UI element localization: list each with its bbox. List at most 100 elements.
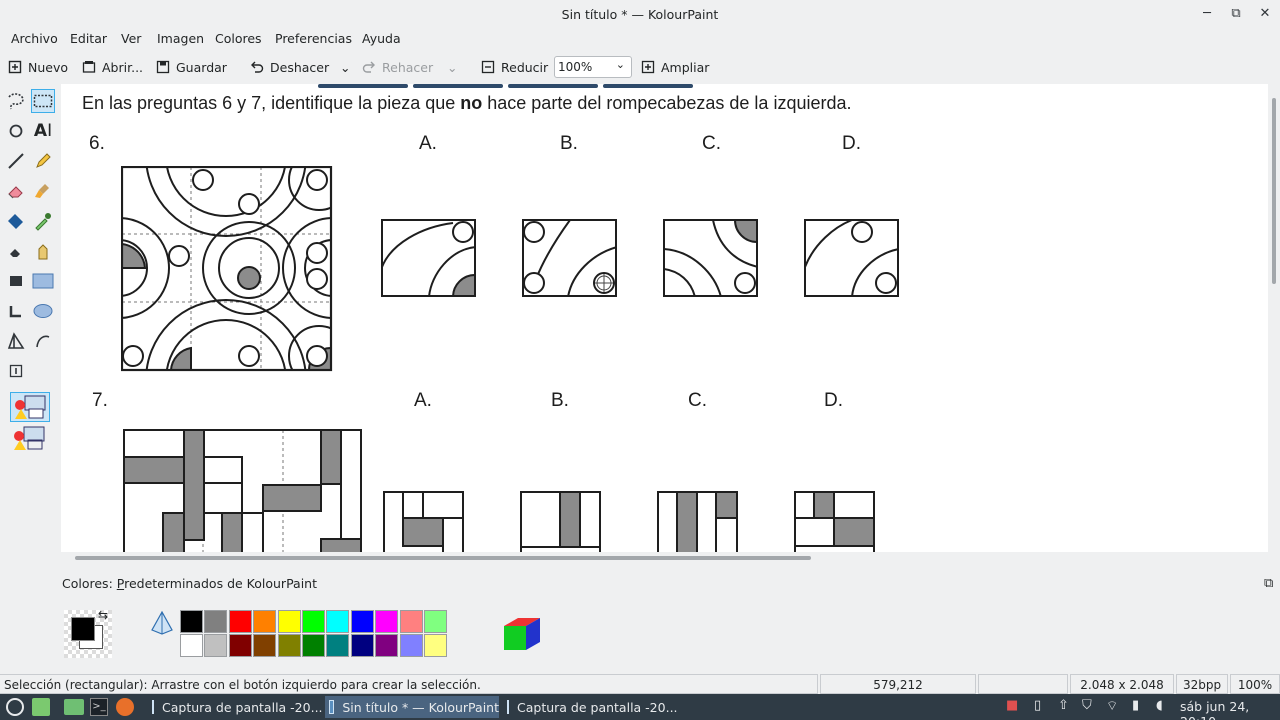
transparent-selection-option[interactable]: [10, 424, 50, 454]
rectangle-icon[interactable]: [4, 269, 28, 293]
updates-icon[interactable]: ⇧: [1058, 698, 1069, 713]
palette-swatch[interactable]: [399, 610, 423, 633]
palette-swatch[interactable]: [204, 634, 228, 657]
zoom-in-button[interactable]: Ampliar: [641, 56, 709, 78]
polygon-icon[interactable]: [4, 329, 28, 353]
text-icon[interactable]: AI: [31, 119, 55, 143]
palette-swatch[interactable]: [424, 634, 447, 657]
curve-icon[interactable]: [31, 329, 55, 353]
menu-imagen[interactable]: Imagen: [157, 31, 204, 46]
wifi-icon[interactable]: ⌔: [1106, 698, 1118, 714]
ellipse-selection-icon[interactable]: [4, 119, 28, 143]
palette-swatch[interactable]: [326, 610, 350, 633]
palette-swatch[interactable]: [302, 634, 325, 657]
close-icon[interactable]: ✕: [1257, 6, 1273, 22]
redo-button[interactable]: Rehacer: [362, 56, 433, 78]
software-update-icon[interactable]: [116, 698, 134, 716]
clock[interactable]: sáb jun 24, 20:10: [1180, 699, 1280, 720]
palette-swatch[interactable]: [326, 634, 350, 657]
image-viewer-icon: [152, 700, 154, 714]
vertical-scroll-thumb[interactable]: [1272, 98, 1276, 284]
palette-swatch[interactable]: [302, 610, 325, 633]
q6-option-c[interactable]: [663, 219, 759, 298]
start-menu-icon[interactable]: [6, 698, 24, 716]
terminal-icon[interactable]: >_: [90, 698, 108, 716]
zoom-out-button[interactable]: Reducir: [481, 56, 548, 78]
fg-bg-color-box[interactable]: ⇆: [64, 608, 112, 658]
palette-swatch[interactable]: [277, 634, 301, 657]
window-title: Sin título * — KolourPaint: [561, 7, 719, 22]
color-picker-icon[interactable]: [31, 209, 55, 233]
palette-swatch[interactable]: [399, 634, 423, 657]
q6-option-b[interactable]: [522, 219, 618, 298]
shield-icon[interactable]: ⛉: [1082, 698, 1092, 713]
drawing-canvas[interactable]: En las preguntas 6 y 7, identifique la p…: [61, 84, 1268, 552]
palette-swatch[interactable]: [350, 634, 374, 657]
menu-colores[interactable]: Colores: [215, 31, 262, 46]
battery-icon[interactable]: ▮: [1132, 698, 1139, 713]
menu-ayuda[interactable]: Ayuda: [362, 31, 401, 46]
q7-option-b[interactable]: [520, 491, 602, 552]
rectangular-selection-icon[interactable]: [31, 89, 55, 113]
color-eraser-icon[interactable]: [4, 239, 28, 263]
transparent-color-icon[interactable]: [149, 610, 175, 636]
free-form-selection-icon[interactable]: [4, 89, 28, 113]
menu-archivo[interactable]: Archivo: [11, 31, 58, 46]
spraycan-icon[interactable]: [31, 239, 55, 263]
undo-button[interactable]: Deshacer: [250, 56, 329, 78]
line-icon[interactable]: [4, 149, 28, 173]
q7-option-a[interactable]: [383, 491, 465, 552]
menu-editar[interactable]: Editar: [70, 31, 107, 46]
text-option-icon[interactable]: [4, 359, 28, 383]
maximize-icon[interactable]: ⧉: [1228, 6, 1244, 22]
palette-swatch[interactable]: [228, 634, 252, 657]
palette-swatch[interactable]: [424, 610, 447, 633]
task-screenshot-1[interactable]: Captura de pantalla -20...: [148, 696, 323, 718]
eraser-icon[interactable]: [4, 179, 28, 203]
palette-swatch[interactable]: [253, 610, 277, 633]
task-kolourpaint[interactable]: Sin título * — KolourPaint: [325, 696, 499, 718]
minimize-icon[interactable]: ─: [1199, 6, 1215, 22]
save-button[interactable]: Guardar: [156, 56, 227, 78]
rounded-rectangle-icon[interactable]: [31, 269, 55, 293]
new-button[interactable]: Nuevo: [8, 56, 68, 78]
ellipse-icon[interactable]: [31, 299, 55, 323]
brush-icon[interactable]: [31, 179, 55, 203]
foreground-color-swatch[interactable]: [71, 617, 95, 641]
flood-fill-icon[interactable]: [4, 209, 28, 233]
swap-colors-icon[interactable]: ⇆: [98, 608, 108, 622]
q7-option-d[interactable]: [794, 491, 876, 552]
open-button[interactable]: Abrir...: [82, 56, 143, 78]
pencil-icon[interactable]: [31, 149, 55, 173]
palette-swatch[interactable]: [204, 610, 228, 633]
opaque-selection-option[interactable]: [10, 392, 50, 422]
q6-option-d[interactable]: [804, 219, 900, 298]
file-manager-icon[interactable]: [64, 699, 84, 715]
undo-dropdown-icon[interactable]: ⌄: [340, 56, 350, 78]
clipboard-icon[interactable]: ▯: [1034, 698, 1041, 713]
horizontal-scrollbar[interactable]: [61, 552, 1268, 564]
show-desktop-icon[interactable]: [32, 698, 50, 716]
palette-swatch[interactable]: [350, 610, 374, 633]
detach-panel-icon[interactable]: ⧉: [1264, 576, 1273, 591]
task-screenshot-2[interactable]: Captura de pantalla -20...: [503, 696, 678, 718]
palette-swatch[interactable]: [375, 610, 399, 633]
menu-ver[interactable]: Ver: [121, 31, 141, 46]
palette-swatch[interactable]: [180, 610, 203, 633]
palette-swatch[interactable]: [277, 610, 301, 633]
horizontal-scroll-thumb[interactable]: [75, 556, 811, 560]
palette-swatch[interactable]: [375, 634, 399, 657]
menu-preferencias[interactable]: Preferencias: [275, 31, 352, 46]
vertical-scrollbar[interactable]: [1268, 84, 1280, 564]
palette-swatch[interactable]: [180, 634, 203, 657]
palette-swatch[interactable]: [253, 634, 277, 657]
q7-option-c[interactable]: [657, 491, 739, 552]
screen-recorder-icon[interactable]: ■: [1006, 698, 1018, 713]
volume-icon[interactable]: ◖: [1156, 698, 1163, 713]
redo-dropdown-icon[interactable]: ⌄: [447, 56, 457, 78]
polyline-icon[interactable]: [4, 299, 28, 323]
palette-swatch[interactable]: [228, 610, 252, 633]
undo-icon: [251, 61, 264, 73]
zoom-combo[interactable]: 100% ⌄: [554, 56, 632, 78]
q6-option-a[interactable]: [381, 219, 477, 298]
